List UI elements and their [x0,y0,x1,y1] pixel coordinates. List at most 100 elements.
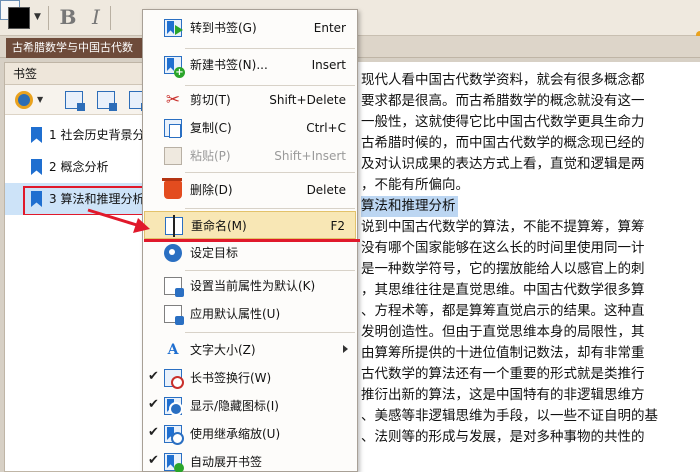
menu-label: 应用默认属性(U) [190,307,281,321]
menu-item-wrap-long-bookmarks[interactable]: ✔ 长书签换行(W) [144,364,356,392]
show-hide-icon [164,397,183,416]
menu-shortcut: Enter [313,21,346,35]
bookmark-label: 2 概念分析 [49,160,109,174]
bold-button[interactable]: B [56,4,80,30]
text-line: ，不能有所偏向。 [361,177,469,193]
menu-item-delete[interactable]: 删除(D) Delete [144,176,356,204]
menu-item-apply-default[interactable]: 应用默认属性(U) [144,300,356,328]
text-line: 没有哪个国家能够在这么长的时间里使用同一计 [361,240,645,256]
menu-item-copy[interactable]: 复制(C) Ctrl+C [144,114,356,142]
menu-label: 转到书签(G) [190,21,257,35]
bookmark-item[interactable]: 2 概念分析 [5,151,159,183]
menu-item-font-size[interactable]: A 文字大小(Z) [144,336,356,364]
text-line: 推衍出新的算法，这是中国特有的非逻辑思维方 [361,387,645,403]
text-line: 、方程术等，都是算筹直觉启示的结果。这种直 [361,303,645,319]
menu-label: 显示/隐藏图标(I) [190,399,279,413]
bookmark-item-selected[interactable]: 3 算法和推理分析 [5,183,159,215]
menu-separator [185,172,355,173]
new-bookmark-icon [164,56,185,78]
text-line: 及对认识成果的表达方式上看，直觉和逻辑是两 [361,156,645,172]
text-line: 说到中国古代数学的算法，不能不提算筹，算筹 [361,219,645,235]
menu-separator [185,208,355,209]
bookmark-panel-title: 书签 [5,63,159,85]
document-tab[interactable]: 古希腊数学与中国古代数 [6,38,152,58]
toolbar-divider [110,6,111,30]
annotation-underline [144,239,360,242]
italic-button[interactable]: I [84,4,108,30]
chevron-down-icon[interactable]: ▼ [37,95,43,104]
font-size-icon: A [167,342,179,358]
menu-label: 剪切(T) [190,93,231,107]
apply-default-icon [164,305,184,325]
menu-shortcut: Ctrl+C [306,121,346,135]
text-line: 古希腊时候的，而中国古代数学的概念现已经的 [361,135,645,151]
text-line: 要求都是很高。而古希腊数学的概念就没有这一 [361,93,645,109]
menu-item-auto-expand[interactable]: ✔ 自动展开书签 [144,448,356,472]
bookmark-item[interactable]: 1 社会历史背景分 [5,119,159,151]
trash-icon [162,178,182,199]
text-line: 、美感等非逻辑思维为手段，以一些不证自明的基 [361,408,658,424]
inherit-zoom-icon [164,425,184,445]
menu-label: 重命名(M) [191,219,247,233]
check-icon: ✔ [148,425,159,440]
menu-shortcut: Insert [311,58,346,72]
scissors-icon: ✂ [165,90,181,110]
menu-shortcut: Shift+Insert [274,149,346,163]
menu-item-cut[interactable]: ✂ 剪切(T) Shift+Delete [144,86,356,114]
text-line: 一般性，这就使得它比中国古代数学更具生命力 [361,114,645,130]
menu-separator [185,270,355,271]
highlighted-heading: 算法和推理分析 [361,196,458,217]
bookmark-panel-toolbar: ▼ [5,85,159,115]
menu-shortcut: F2 [330,219,345,233]
text-line: 、法则等的形成与发展，是对多种事物的共性的 [361,429,645,445]
check-icon: ✔ [148,453,159,468]
menu-label: 删除(D) [190,183,233,197]
menu-separator [185,332,355,333]
bookmark-icon [31,127,42,143]
text-color-swatch[interactable] [8,7,30,29]
add-child-bookmark-icon[interactable] [97,91,117,111]
bookmark-tree: 1 社会历史背景分 2 概念分析 3 算法和推理分析 [5,119,159,215]
toolbar-divider [48,6,49,30]
rename-icon [165,215,183,237]
menu-separator [185,48,355,49]
target-icon [164,244,182,262]
menu-label: 设置当前属性为默认(K) [190,279,316,293]
submenu-arrow-icon [343,345,348,353]
document-page: 现代人看中国古代数学资料，就会有很多概念都 要求都是很高。而古希腊数学的概念就没… [352,62,700,472]
check-icon: ✔ [148,369,159,384]
check-icon: ✔ [148,397,159,412]
menu-item-set-default[interactable]: 设置当前属性为默认(K) [144,272,356,300]
menu-label: 自动展开书签 [190,455,263,469]
auto-expand-icon [164,453,184,472]
paste-icon [164,147,182,165]
menu-item-show-hide-icons[interactable]: ✔ 显示/隐藏图标(I) [144,392,356,420]
menu-item-goto-bookmark[interactable]: 转到书签(G) Enter [144,14,356,42]
text-line: 古代数学的算法还有一个重要的形式就是类推行 [361,366,645,382]
gear-icon[interactable] [15,91,33,109]
menu-item-inherit-zoom[interactable]: ✔ 使用继承缩放(U) [144,420,356,448]
bookmark-icon [31,191,42,207]
menu-label: 粘贴(P) [190,149,231,163]
menu-label: 新建书签(N)... [190,58,268,72]
menu-shortcut: Shift+Delete [269,93,346,107]
text-line: 由算筹所提供的十进位值制记数法，却有非常重 [361,345,645,361]
bookmark-label: 1 社会历史背景分 [49,128,145,142]
text-line: 是一种数学符号，它的摆放能给人以感官上的刺 [361,261,645,277]
menu-item-rename[interactable]: 重命名(M) F2 [144,211,356,239]
menu-item-paste[interactable]: 粘贴(P) Shift+Insert [144,142,356,170]
menu-label: 文字大小(Z) [190,343,256,357]
menu-label: 复制(C) [190,121,232,135]
text-line: ，其思维往往是直觉思维。中国古代数学很多算 [361,282,645,298]
menu-item-new-bookmark[interactable]: 新建书签(N)... Insert [144,51,356,79]
text-line: 发明创造性。但由于直觉思维本身的局限性，其 [361,324,645,340]
menu-item-set-target[interactable]: 设定目标 [144,239,356,267]
menu-label: 长书签换行(W) [190,371,272,385]
bookmark-icon [31,159,42,175]
bookmark-label: 3 算法和推理分析 [49,192,145,206]
wrap-icon [164,369,184,389]
add-bookmark-icon[interactable] [65,91,85,111]
text-line: 现代人看中国古代数学资料，就会有很多概念都 [361,72,645,88]
copy-icon [164,119,182,138]
chevron-down-icon[interactable]: ▼ [34,12,41,22]
